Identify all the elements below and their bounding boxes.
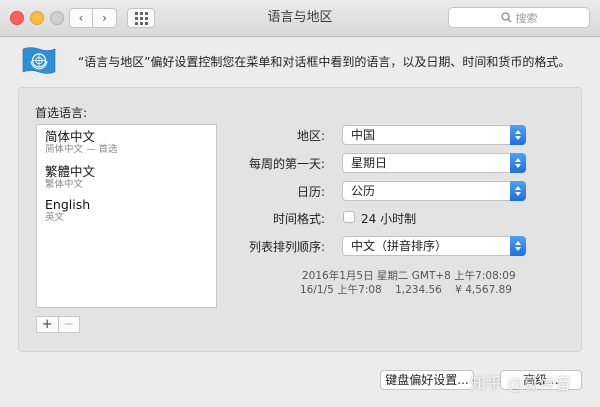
calendar-label: 日历: <box>296 185 325 199</box>
language-name: 简体中文 <box>45 129 96 144</box>
language-region-flag-icon <box>22 47 56 74</box>
popup-arrows-icon <box>510 181 526 201</box>
popup-arrows-icon <box>510 153 526 173</box>
pane-description: “语言与地区”偏好设置控制您在菜单和对话框中看到的语言，以及日期、时间和货币的格… <box>78 55 571 69</box>
calendar-value: 公历 <box>351 184 376 198</box>
region-value: 中国 <box>351 128 376 142</box>
forward-button[interactable]: › <box>93 8 117 28</box>
list-sort-label: 列表排列顺序: <box>248 240 325 254</box>
chevron-right-icon: › <box>102 11 107 25</box>
list-item-english[interactable]: English 英文 <box>45 197 90 224</box>
number-sample: 16/1/5 上午7:08 1,234.56 ¥ 4,567.89 <box>300 284 512 296</box>
24-hour-checkbox-label[interactable]: 24 小时制 <box>361 210 416 227</box>
chevron-left-icon: ‹ <box>78 11 84 25</box>
list-item-traditional-chinese[interactable]: 繁體中文 繁体中文 <box>45 164 95 191</box>
list-sort-value: 中文（拼音排序） <box>351 239 448 253</box>
first-day-value: 星期日 <box>351 156 388 170</box>
language-name: English <box>45 197 91 212</box>
24-hour-checkbox[interactable] <box>343 211 355 223</box>
keyboard-preferences-button[interactable]: 键盘偏好设置... <box>380 370 474 390</box>
preferred-languages-label: 首选语言: <box>35 106 88 120</box>
language-name: 繁體中文 <box>45 164 96 179</box>
preferred-languages-list[interactable]: 简体中文 简体中文 — 首选 繁體中文 繁体中文 English 英文 <box>36 124 217 308</box>
search-field[interactable]: 搜索 <box>448 7 590 28</box>
title-bar: 语言与地区 ‹ › 搜索 <box>0 0 600 37</box>
language-subtitle: 繁体中文 <box>45 179 84 190</box>
search-placeholder: 搜索 <box>515 11 538 25</box>
popup-arrows-icon <box>510 236 526 256</box>
back-button[interactable]: ‹ <box>69 8 93 28</box>
language-subtitle: 简体中文 — 首选 <box>45 144 118 155</box>
popup-arrows-icon <box>510 125 526 145</box>
first-day-popup[interactable]: 星期日 <box>342 153 526 173</box>
first-day-label: 每周的第一天: <box>248 157 325 171</box>
add-language-button[interactable]: + <box>37 317 58 332</box>
watermark: 知乎 @葛仲音 <box>470 374 572 393</box>
language-subtitle: 英文 <box>45 212 65 223</box>
date-sample: 2016年1月5日 星期二 GMT+8 上午7:08:09 <box>302 270 516 282</box>
remove-language-button[interactable]: − <box>57 317 80 332</box>
grid-icon <box>134 11 148 25</box>
add-remove-control: + − <box>36 316 80 333</box>
time-format-label: 时间格式: <box>272 212 325 226</box>
search-icon <box>500 12 511 23</box>
list-sort-popup[interactable]: 中文（拼音排序） <box>342 236 526 256</box>
region-label: 地区: <box>296 129 325 143</box>
list-item-simplified-chinese[interactable]: 简体中文 简体中文 — 首选 <box>45 129 118 156</box>
show-all-button[interactable] <box>127 8 155 28</box>
region-popup[interactable]: 中国 <box>342 125 526 145</box>
calendar-popup[interactable]: 公历 <box>342 181 526 201</box>
